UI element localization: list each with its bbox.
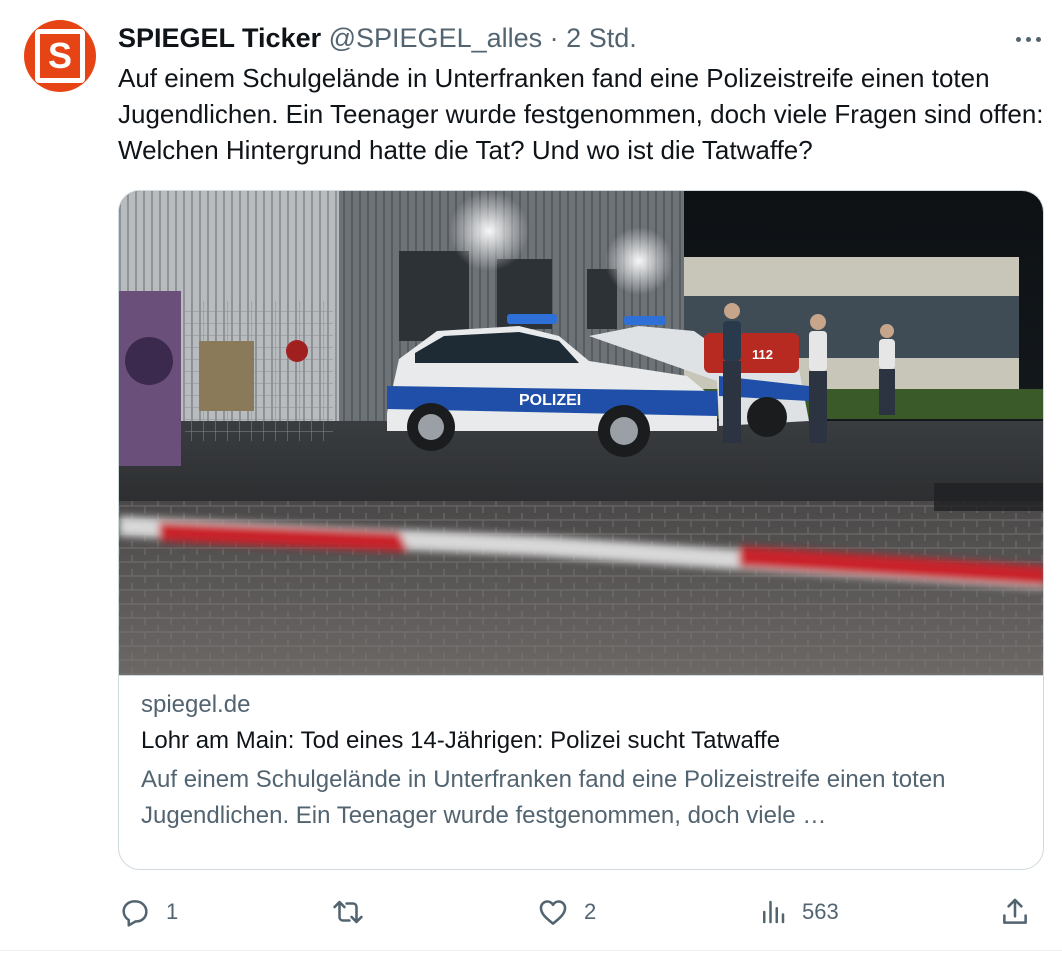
card-title: Lohr am Main: Tod eines 14-Jährigen: Pol… <box>141 727 781 754</box>
van-label: 112 <box>752 347 773 362</box>
views-button[interactable]: 563 <box>758 890 839 934</box>
tweet[interactable]: S SPIEGEL Ticker @SPIEGEL_alles · 2 Std.… <box>0 0 1062 968</box>
more-icon[interactable] <box>1008 22 1048 56</box>
avatar[interactable]: S <box>24 20 96 92</box>
card-image[interactable]: POLIZEI 112 <box>119 191 1043 675</box>
reply-button[interactable]: 1 <box>118 890 178 934</box>
card-domain: spiegel.de <box>141 691 251 718</box>
tweet-header: SPIEGEL Ticker @SPIEGEL_alles · 2 Std. <box>118 18 637 58</box>
card-footer[interactable]: spiegel.de Lohr am Main: Tod eines 14-Jä… <box>119 675 1043 869</box>
avatar-logo: S <box>35 29 85 83</box>
retweet-button[interactable] <box>330 890 380 934</box>
heart-icon <box>539 900 567 925</box>
more-dot <box>1035 36 1041 42</box>
link-card[interactable]: POLIZEI 112 spiegel.de Lohr am Main: Tod… <box>118 190 1044 870</box>
police-scene-photo: POLIZEI 112 <box>119 191 1043 675</box>
timestamp[interactable]: 2 Std. <box>566 23 637 53</box>
author-name[interactable]: SPIEGEL Ticker <box>118 23 321 53</box>
views-count: 563 <box>802 899 839 924</box>
author-handle[interactable]: @SPIEGEL_alles <box>329 23 543 53</box>
like-count: 2 <box>584 899 597 924</box>
action-bar: 1 2 563 <box>118 890 1048 934</box>
retweet-icon <box>333 900 363 924</box>
separator-dot: · <box>549 23 559 53</box>
reply-count: 1 <box>166 899 179 924</box>
share-icon <box>1003 898 1027 924</box>
more-dot <box>1025 36 1031 42</box>
rescue-van: 112 <box>704 333 799 373</box>
reply-icon <box>122 900 148 927</box>
divider <box>0 950 1062 951</box>
card-description: Auf einem Schulgelände in Unterfranken f… <box>141 766 946 829</box>
more-dot <box>1015 36 1021 42</box>
like-button[interactable]: 2 <box>536 890 596 934</box>
share-button[interactable] <box>998 890 1032 934</box>
car-label: POLIZEI <box>519 392 581 409</box>
tweet-text: Auf einem Schulgelände in Unterfranken f… <box>118 63 1044 165</box>
views-icon <box>763 900 785 924</box>
